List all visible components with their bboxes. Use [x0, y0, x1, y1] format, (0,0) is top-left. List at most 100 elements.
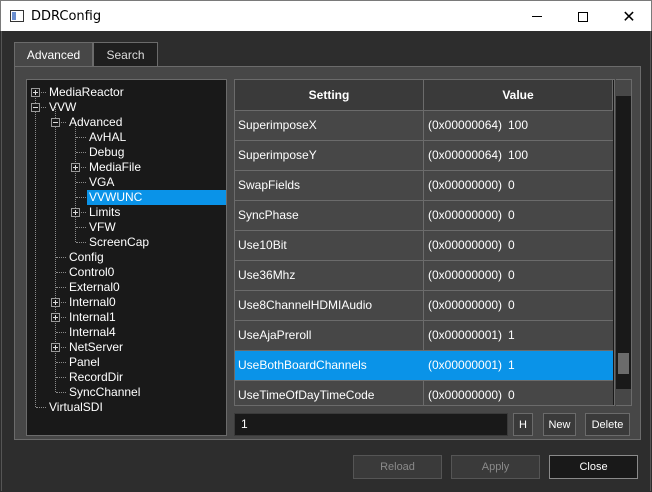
table-row[interactable]: Use36Mhz (0x00000000) 0 — [235, 261, 613, 291]
tree-item-label: VVWUNC — [87, 190, 226, 205]
tree-item-internal1[interactable]: Internal1 — [27, 310, 226, 325]
tree-item-limits[interactable]: Limits — [27, 205, 226, 220]
new-button[interactable]: New — [543, 413, 576, 436]
decimal-value: 0 — [508, 178, 515, 192]
tree-item-label: Control0 — [69, 265, 115, 279]
tree-item-label: VirtualSDI — [49, 400, 103, 414]
tab-advanced[interactable]: Advanced — [14, 42, 93, 66]
table-row[interactable]: UseBothBoardChannels (0x00000001) 1 — [235, 351, 613, 381]
minimize-button[interactable] — [514, 1, 560, 32]
setting-value-cell[interactable]: (0x00000000) 0 — [424, 381, 613, 405]
setting-value-cell[interactable]: (0x00000001) 1 — [424, 351, 613, 380]
tree-item-recorddir[interactable]: RecordDir — [27, 370, 226, 385]
close-button[interactable]: Close — [549, 455, 638, 479]
tree-item-internal4[interactable]: Internal4 — [27, 325, 226, 340]
tree-item-vvw[interactable]: VVW — [27, 100, 226, 115]
scroll-down-arrow[interactable] — [616, 389, 631, 405]
reload-button[interactable]: Reload — [353, 455, 442, 479]
grid-vertical-scrollbar[interactable] — [616, 79, 632, 406]
decimal-value: 100 — [508, 118, 529, 132]
advanced-tab-panel: MediaReactor VVW Advanced AvHAL Debug MediaFi… — [14, 66, 641, 440]
settings-grid[interactable]: Setting Value SuperimposeX (0x00000064) 10… — [234, 79, 615, 406]
expand-plus-icon[interactable] — [31, 88, 40, 97]
delete-button[interactable]: Delete — [585, 413, 630, 436]
tree-item-vga[interactable]: VGA — [27, 175, 226, 190]
hex-value: (0x00000064) — [428, 148, 503, 162]
tree-item-label: SyncChannel — [69, 385, 141, 399]
setting-name-cell[interactable]: UseBothBoardChannels — [235, 351, 424, 380]
table-row[interactable]: SwapFields (0x00000000) 0 — [235, 171, 613, 201]
setting-name-cell[interactable]: Use36Mhz — [235, 261, 424, 290]
apply-button[interactable]: Apply — [451, 455, 540, 479]
decimal-value: 0 — [508, 298, 515, 312]
setting-value-cell[interactable]: (0x00000000) 0 — [424, 261, 613, 290]
decimal-value: 0 — [508, 388, 515, 402]
setting-value-cell[interactable]: (0x00000000) 0 — [424, 201, 613, 230]
tree-item-syncchannel[interactable]: SyncChannel — [27, 385, 226, 400]
tree-item-panel[interactable]: Panel — [27, 355, 226, 370]
maximize-button[interactable] — [560, 1, 606, 32]
setting-name-cell[interactable]: SuperimposeY — [235, 141, 424, 170]
setting-name-cell[interactable]: SuperimposeX — [235, 111, 424, 140]
tree-item-internal0[interactable]: Internal0 — [27, 295, 226, 310]
column-header-setting[interactable]: Setting — [235, 80, 424, 111]
tree-item-external0[interactable]: External0 — [27, 280, 226, 295]
tab-search[interactable]: Search — [93, 42, 158, 66]
setting-value-cell[interactable]: (0x00000000) 0 — [424, 231, 613, 260]
table-row[interactable]: Use8ChannelHDMIAudio (0x00000000) 0 — [235, 291, 613, 321]
tree-item-mediafile[interactable]: MediaFile — [27, 160, 226, 175]
tree-item-label: AvHAL — [89, 130, 127, 144]
tree-item-control0[interactable]: Control0 — [27, 265, 226, 280]
tree-item-label: MediaReactor — [49, 85, 124, 99]
settings-tree[interactable]: MediaReactor VVW Advanced AvHAL Debug MediaFi… — [26, 79, 227, 436]
table-row[interactable]: SuperimposeX (0x00000064) 100 — [235, 111, 613, 141]
tree-item-label: NetServer — [69, 340, 124, 354]
hex-button[interactable]: H — [513, 413, 533, 436]
tree-item-virtualsdi[interactable]: VirtualSDI — [27, 400, 226, 415]
decimal-value: 0 — [508, 268, 515, 282]
table-row[interactable]: UseTimeOfDayTimeCode (0x00000000) 0 — [235, 381, 613, 405]
expand-plus-icon[interactable] — [51, 313, 60, 322]
tree-item-advanced[interactable]: Advanced — [27, 115, 226, 130]
scroll-thumb[interactable] — [618, 353, 629, 374]
column-header-value[interactable]: Value — [424, 80, 613, 111]
setting-value-cell[interactable]: (0x00000064) 100 — [424, 111, 613, 140]
expand-plus-icon[interactable] — [71, 163, 80, 172]
setting-name-cell[interactable]: Use8ChannelHDMIAudio — [235, 291, 424, 320]
tree-item-vfw[interactable]: VFW — [27, 220, 226, 235]
setting-name-cell[interactable]: Use10Bit — [235, 231, 424, 260]
hex-value: (0x00000000) — [428, 268, 503, 282]
setting-value-cell[interactable]: (0x00000000) 0 — [424, 291, 613, 320]
dialog-body: Advanced Search MediaReactor VVW Advanced A… — [1, 31, 651, 491]
setting-value-cell[interactable]: (0x00000001) 1 — [424, 321, 613, 350]
setting-name-cell[interactable]: UseTimeOfDayTimeCode — [235, 381, 424, 405]
expand-plus-icon[interactable] — [51, 298, 60, 307]
table-row[interactable]: Use10Bit (0x00000000) 0 — [235, 231, 613, 261]
value-input[interactable]: 1 — [234, 413, 508, 436]
tree-item-vvwunc[interactable]: VVWUNC — [27, 190, 226, 205]
setting-value-cell[interactable]: (0x00000064) 100 — [424, 141, 613, 170]
tree-item-label: Limits — [89, 205, 121, 219]
expand-plus-icon[interactable] — [71, 208, 80, 217]
table-row[interactable]: UseAjaPreroll (0x00000001) 1 — [235, 321, 613, 351]
table-row[interactable]: SyncPhase (0x00000000) 0 — [235, 201, 613, 231]
setting-value-cell[interactable]: (0x00000000) 0 — [424, 171, 613, 200]
tree-item-config[interactable]: Config — [27, 250, 226, 265]
table-row[interactable]: SuperimposeY (0x00000064) 100 — [235, 141, 613, 171]
minimize-icon — [532, 16, 542, 17]
tree-item-avhal[interactable]: AvHAL — [27, 130, 226, 145]
close-window-button[interactable]: ✕ — [606, 1, 652, 32]
setting-name-cell[interactable]: SyncPhase — [235, 201, 424, 230]
tree-item-label: Internal4 — [69, 325, 116, 339]
decimal-value: 1 — [508, 358, 515, 372]
collapse-minus-icon[interactable] — [51, 118, 60, 127]
scroll-up-arrow[interactable] — [616, 80, 631, 96]
tree-item-netserver[interactable]: NetServer — [27, 340, 226, 355]
tree-item-screencap[interactable]: ScreenCap — [27, 235, 226, 250]
tree-item-mediareactor[interactable]: MediaReactor — [27, 85, 226, 100]
collapse-minus-icon[interactable] — [31, 103, 40, 112]
expand-plus-icon[interactable] — [51, 343, 60, 352]
setting-name-cell[interactable]: UseAjaPreroll — [235, 321, 424, 350]
setting-name-cell[interactable]: SwapFields — [235, 171, 424, 200]
tree-item-debug[interactable]: Debug — [27, 145, 226, 160]
